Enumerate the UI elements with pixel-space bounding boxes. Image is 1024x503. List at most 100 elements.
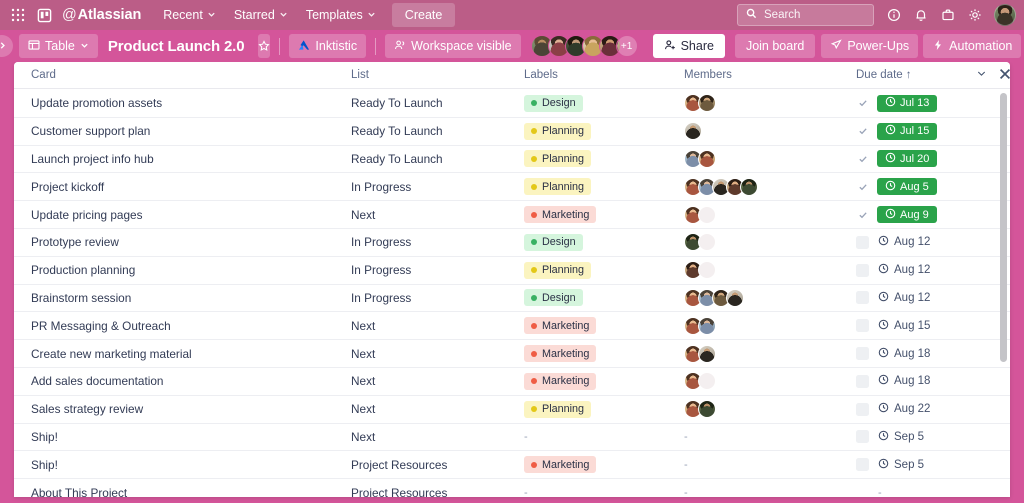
due-complete-checkbox[interactable] [856, 235, 869, 249]
cell-list-name[interactable]: Next [351, 347, 524, 361]
cell-card-title[interactable]: Create new marketing material [31, 347, 351, 361]
cell-members[interactable] [684, 288, 856, 307]
cell-members[interactable] [684, 316, 856, 335]
member-avatar-placeholder[interactable] [698, 233, 716, 252]
cell-members[interactable] [684, 205, 856, 224]
search-input[interactable]: Search [737, 4, 874, 26]
table-row[interactable]: Prototype review In Progress Design Aug 12 [14, 228, 1010, 257]
due-date-text[interactable]: Aug 22 [877, 402, 930, 416]
cell-list-name[interactable]: Project Resources [351, 486, 524, 497]
due-complete-check-icon[interactable] [856, 97, 869, 110]
table-row[interactable]: Add sales documentation Next Marketing Aug … [14, 367, 1010, 396]
cell-due-date[interactable]: - [856, 487, 996, 497]
member-avatar[interactable] [698, 316, 716, 335]
cell-members[interactable] [684, 177, 856, 196]
nav-templates[interactable]: Templates [298, 4, 384, 26]
scrollbar-thumb[interactable] [1000, 93, 1007, 362]
cell-labels[interactable]: Planning [524, 150, 684, 168]
cell-card-title[interactable]: Customer support plan [31, 124, 351, 138]
cell-list-name[interactable]: In Progress [351, 263, 524, 277]
view-switcher-table[interactable]: Table [19, 34, 98, 58]
cell-card-title[interactable]: Update pricing pages [31, 208, 351, 222]
column-header-list[interactable]: List [351, 69, 524, 81]
due-complete-checkbox[interactable] [856, 347, 869, 361]
cell-due-date[interactable]: Jul 15 [856, 122, 996, 140]
due-complete-checkbox[interactable] [856, 430, 869, 444]
cell-labels[interactable]: Planning [524, 122, 684, 140]
due-complete-check-icon[interactable] [856, 152, 869, 165]
due-date-text[interactable]: Aug 15 [877, 319, 930, 333]
member-avatar[interactable] [698, 344, 716, 363]
cell-list-name[interactable]: Next [351, 374, 524, 388]
cell-members[interactable] [684, 400, 856, 419]
cell-due-date[interactable]: Sep 5 [856, 430, 996, 444]
nav-starred[interactable]: Starred [226, 4, 296, 26]
gear-icon[interactable] [963, 4, 987, 26]
cell-labels[interactable]: Marketing [524, 206, 684, 224]
table-row[interactable]: Update pricing pages Next Marketing Aug 9 [14, 201, 1010, 229]
table-row[interactable]: Update promotion assets Ready To Launch De… [14, 90, 1010, 118]
cell-labels[interactable]: Marketing [524, 317, 684, 335]
cell-labels[interactable]: Design [524, 233, 684, 251]
member-avatar[interactable] [698, 94, 716, 113]
due-complete-checkbox[interactable] [856, 458, 869, 472]
share-button[interactable]: Share [652, 34, 725, 58]
due-complete-check-icon[interactable] [856, 125, 869, 138]
workspace-chip[interactable]: Inktistic [289, 34, 367, 58]
cell-labels[interactable]: Marketing [524, 345, 684, 363]
cell-due-date[interactable]: Aug 9 [856, 206, 996, 224]
table-row[interactable]: Project kickoff In Progress Planning Aug 5 [14, 173, 1010, 202]
due-date-text[interactable]: Aug 18 [877, 374, 930, 388]
due-date-badge-complete[interactable]: Jul 20 [877, 150, 938, 168]
star-outline-icon[interactable] [258, 34, 271, 58]
info-circle-icon[interactable] [882, 4, 906, 26]
due-complete-check-icon[interactable] [856, 180, 869, 193]
cell-due-date[interactable]: Aug 12 [856, 291, 996, 305]
trello-board-icon[interactable] [32, 4, 56, 26]
cell-members[interactable] [684, 122, 856, 141]
due-date-badge-complete[interactable]: Aug 5 [877, 178, 937, 196]
cell-card-title[interactable]: Update promotion assets [31, 96, 351, 110]
cell-due-date[interactable]: Aug 5 [856, 178, 996, 196]
bell-icon[interactable] [909, 4, 933, 26]
cell-labels[interactable]: Planning [524, 400, 684, 418]
due-date-text[interactable]: Sep 5 [877, 458, 924, 472]
table-row[interactable]: Launch project info hub Ready To Launch Pl… [14, 145, 1010, 174]
cell-list-name[interactable]: Next [351, 402, 524, 416]
cell-members[interactable] [684, 372, 856, 391]
cell-labels[interactable]: Planning [524, 178, 684, 196]
board-members-avatars[interactable]: +1 [530, 35, 638, 57]
vertical-scrollbar[interactable] [1000, 93, 1007, 494]
cell-card-title[interactable]: Prototype review [31, 235, 351, 249]
due-date-text[interactable]: Sep 5 [877, 430, 924, 444]
cell-labels[interactable]: - [524, 487, 684, 497]
table-row[interactable]: Brainstorm session In Progress Design Aug 1… [14, 284, 1010, 313]
cell-card-title[interactable]: Ship! [31, 458, 351, 472]
table-row[interactable]: Sales strategy review Next Planning Aug 22 [14, 395, 1010, 424]
cell-due-date[interactable]: Jul 20 [856, 150, 996, 168]
cell-due-date[interactable]: Jul 13 [856, 94, 996, 112]
grid-apps-icon[interactable] [6, 4, 30, 26]
cell-list-name[interactable]: Project Resources [351, 458, 524, 472]
table-row[interactable]: Ship! Project Resources Marketing - Sep 5 [14, 451, 1010, 480]
cell-due-date[interactable]: Aug 15 [856, 319, 996, 333]
power-ups-button[interactable]: Power-Ups [821, 34, 919, 58]
table-row[interactable]: Customer support plan Ready To Launch Plan… [14, 117, 1010, 146]
cell-labels[interactable]: - [524, 431, 684, 443]
due-complete-checkbox[interactable] [856, 263, 869, 277]
member-avatar[interactable] [684, 122, 702, 141]
due-complete-checkbox[interactable] [856, 291, 869, 305]
member-avatar[interactable] [698, 400, 716, 419]
brand-logo[interactable]: @ Atlassian [62, 7, 141, 23]
cell-labels[interactable]: Design [524, 289, 684, 307]
cell-due-date[interactable]: Sep 5 [856, 458, 996, 472]
cell-card-title[interactable]: Brainstorm session [31, 291, 351, 305]
close-icon[interactable] [998, 67, 1010, 84]
cell-due-date[interactable]: Aug 22 [856, 402, 996, 416]
cell-members[interactable]: - [684, 459, 856, 471]
cell-card-title[interactable]: PR Messaging & Outreach [31, 319, 351, 333]
due-complete-check-icon[interactable] [856, 208, 869, 221]
avatar[interactable] [994, 4, 1016, 26]
cell-labels[interactable]: Marketing [524, 372, 684, 390]
cell-card-title[interactable]: Add sales documentation [31, 374, 351, 388]
